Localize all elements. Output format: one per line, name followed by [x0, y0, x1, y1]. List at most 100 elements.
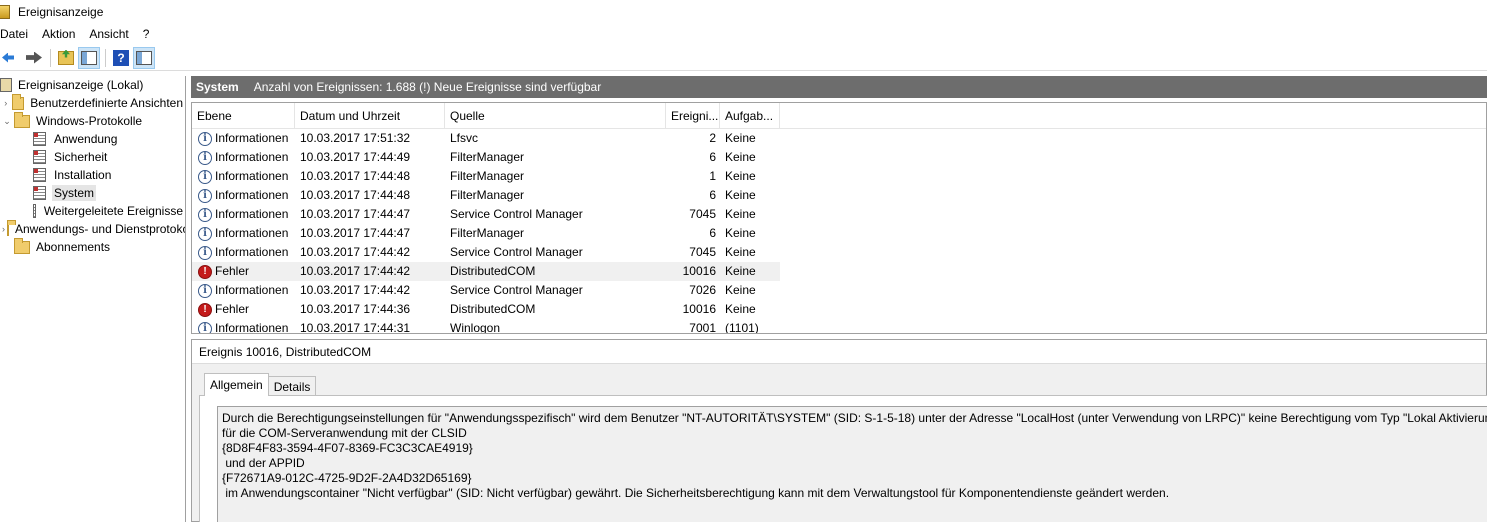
tree-item[interactable]: Anwendung	[0, 130, 185, 148]
tree-item[interactable]: › Benutzerdefinierte Ansichten	[0, 93, 185, 112]
column-header-event-id[interactable]: Ereigni...	[666, 103, 720, 129]
cell-task: Keine	[725, 302, 756, 316]
cell-level: i Informationen	[192, 224, 295, 243]
title-bar: Ereignisanzeige	[0, 0, 1487, 24]
cell-date: 10.03.2017 17:44:42	[300, 245, 411, 259]
info-icon: i	[198, 321, 212, 333]
tree-item[interactable]: Abonnements	[0, 237, 185, 256]
level-text: Informationen	[215, 245, 289, 259]
log-icon	[33, 186, 46, 200]
table-row[interactable]: i Informationen 10.03.2017 17:44:47 FilterM…	[192, 224, 780, 243]
column-header-level[interactable]: Ebene	[192, 103, 295, 129]
tree-item[interactable]: Installation	[0, 166, 185, 184]
info-icon: i	[198, 150, 212, 165]
error-icon: !	[198, 302, 212, 317]
cell-event-id: 7026	[689, 283, 716, 297]
table-row[interactable]: i Informationen 10.03.2017 17:51:32 Lfsvc 2 K…	[192, 129, 780, 148]
tree-item-label: Anwendungs- und Dienstprotokolle	[15, 222, 186, 236]
tree-item-label: Weitergeleitete Ereignisse	[43, 204, 183, 218]
cell-level: i Informationen	[192, 319, 295, 334]
event-viewer-icon	[0, 5, 10, 19]
tree-item[interactable]: System	[0, 184, 185, 202]
cell-task: Keine	[725, 169, 756, 183]
help-icon: ?	[113, 49, 129, 66]
table-row[interactable]: ! Fehler 10.03.2017 17:44:42 DistributedCOM…	[192, 262, 780, 281]
cell-task: Keine	[725, 188, 756, 202]
tree-item[interactable]: ⌄ Windows-Protokolle	[0, 111, 185, 130]
show-hide-pane-button[interactable]	[78, 46, 100, 69]
message-line: {F72671A9-012C-4725-9D2F-2A4D32D65169}	[222, 471, 472, 485]
cell-event-id: 10016	[682, 302, 716, 316]
info-icon: i	[198, 283, 212, 298]
log-icon	[33, 168, 46, 182]
forward-button[interactable]	[23, 47, 45, 69]
cell-date: 10.03.2017 17:44:42	[300, 264, 411, 278]
cell-event-id: 7045	[689, 207, 716, 221]
event-list: Ebene Datum und Uhrzeit Quelle Ereigni..…	[191, 102, 1487, 334]
tree-item[interactable]: Weitergeleitete Ereignisse	[0, 202, 185, 220]
cell-date: 10.03.2017 17:44:42	[300, 283, 411, 297]
message-line: {8D8F4F83-3594-4F07-8369-FC3C3CAE4919}	[222, 441, 473, 455]
event-message[interactable]: Durch die Berechtigungseinstellungen für…	[217, 406, 1487, 522]
tab-details[interactable]: Details	[267, 376, 317, 396]
cell-date: 10.03.2017 17:44:31	[300, 321, 411, 334]
tree-item[interactable]: Sicherheit	[0, 148, 185, 166]
cell-source: Lfsvc	[450, 131, 479, 145]
message-line: und der APPID	[222, 456, 305, 470]
action-pane-button[interactable]	[133, 46, 155, 69]
folder-icon	[14, 111, 30, 128]
menu-ansicht[interactable]: Ansicht	[82, 24, 135, 44]
menu-aktion[interactable]: Aktion	[35, 24, 82, 44]
table-row[interactable]: i Informationen 10.03.2017 17:44:42 Service…	[192, 281, 780, 300]
expand-icon[interactable]: ›	[2, 98, 10, 108]
tree-item[interactable]: › Anwendungs- und Dienstprotokolle	[0, 219, 186, 238]
column-header-source[interactable]: Quelle	[445, 103, 666, 129]
cell-source: FilterManager	[450, 188, 525, 202]
action-pane-icon	[136, 50, 152, 65]
table-row[interactable]: i Informationen 10.03.2017 17:44:47 Service…	[192, 205, 780, 224]
tab-allgemein[interactable]: Allgemein	[204, 373, 269, 396]
up-folder-button[interactable]	[55, 47, 77, 69]
cell-date: 10.03.2017 17:51:32	[300, 131, 411, 145]
tree-item[interactable]: Ereignisanzeige (Lokal)	[0, 76, 185, 94]
cell-source: Service Control Manager	[450, 245, 583, 259]
cell-source: FilterManager	[450, 226, 525, 240]
table-row[interactable]: i Informationen 10.03.2017 17:44:31 Winlogo…	[192, 319, 780, 334]
cell-level: i Informationen	[192, 186, 295, 205]
column-header-task[interactable]: Aufgab...	[720, 103, 780, 129]
help-button[interactable]: ?	[110, 47, 132, 69]
level-text: Informationen	[215, 150, 289, 164]
cell-date: 10.03.2017 17:44:47	[300, 226, 411, 240]
message-line: Durch die Berechtigungseinstellungen für…	[222, 411, 1487, 425]
cell-event-id: 6	[709, 188, 716, 202]
back-button[interactable]	[0, 47, 22, 69]
log-header: System Anzahl von Ereignissen: 1.688 (!)…	[191, 76, 1487, 98]
info-icon: i	[198, 169, 212, 184]
level-text: Informationen	[215, 283, 289, 297]
error-icon: !	[198, 264, 212, 279]
cell-source: Winlogon	[450, 321, 501, 334]
cell-event-id: 6	[709, 226, 716, 240]
cell-task: Keine	[725, 131, 756, 145]
tree-item-label: Anwendung	[54, 132, 118, 146]
tab-panel-allgemein: Durch die Berechtigungseinstellungen für…	[199, 395, 1487, 522]
table-row[interactable]: i Informationen 10.03.2017 17:44:48 FilterM…	[192, 167, 780, 186]
cell-task: Keine	[725, 264, 756, 278]
cell-level: i Informationen	[192, 129, 295, 148]
table-row[interactable]: ! Fehler 10.03.2017 17:44:36 DistributedCOM…	[192, 300, 780, 319]
level-text: Informationen	[215, 321, 289, 334]
info-icon: i	[198, 226, 212, 241]
table-row[interactable]: i Informationen 10.03.2017 17:44:49 FilterM…	[192, 148, 780, 167]
table-row[interactable]: i Informationen 10.03.2017 17:44:48 FilterM…	[192, 186, 780, 205]
cell-level: i Informationen	[192, 167, 295, 186]
cell-event-id: 7001	[689, 321, 716, 334]
level-text: Fehler	[215, 302, 250, 316]
column-header-date[interactable]: Datum und Uhrzeit	[295, 103, 445, 129]
collapse-icon[interactable]: ⌄	[2, 116, 12, 127]
menu-help[interactable]: ?	[136, 24, 157, 44]
event-detail-title: Ereignis 10016, DistributedCOM	[192, 340, 1486, 364]
menu-datei[interactable]: Datei	[0, 24, 35, 44]
table-row[interactable]: i Informationen 10.03.2017 17:44:42 Service…	[192, 243, 780, 262]
navigation-tree: Ereignisanzeige (Lokal) › Benutzerdefinier…	[0, 76, 186, 522]
expand-icon[interactable]: ›	[2, 224, 5, 234]
